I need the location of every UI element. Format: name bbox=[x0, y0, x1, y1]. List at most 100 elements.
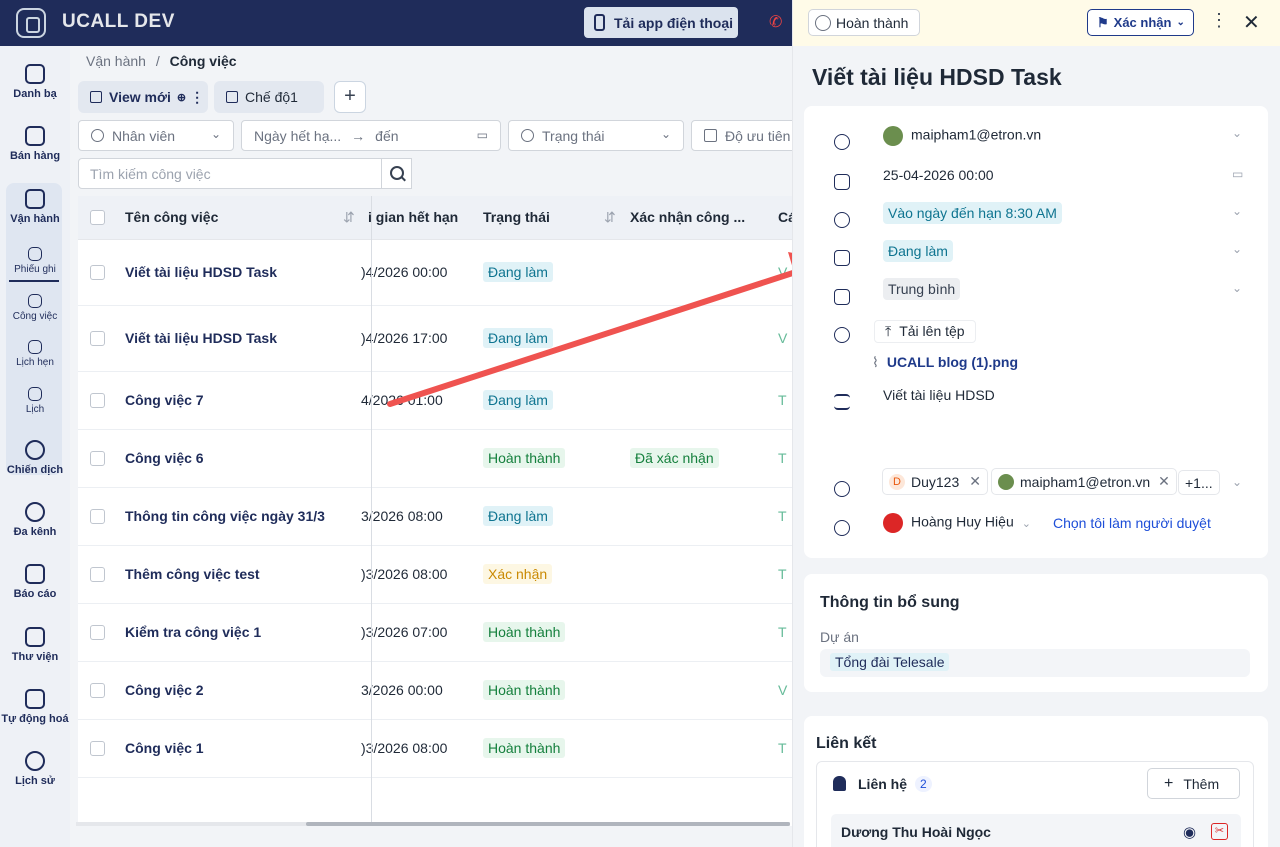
more-icon[interactable]: ⋮ bbox=[190, 89, 204, 106]
column-header-name[interactable]: Tên công việc bbox=[125, 209, 218, 225]
sidebar-item-operations[interactable]: Vận hành bbox=[0, 189, 70, 225]
phone-icon bbox=[594, 14, 605, 31]
row-checkbox[interactable] bbox=[90, 567, 105, 582]
row-checkbox[interactable] bbox=[90, 683, 105, 698]
follower-chip[interactable]: maipham1@etron.vn ✕ bbox=[991, 468, 1177, 495]
task-name[interactable]: Công việc 6 bbox=[125, 450, 204, 466]
confirm-button[interactable]: ⚑ Xác nhận ⌄ bbox=[1087, 9, 1194, 36]
sidebar-item-history[interactable]: Lịch sử bbox=[0, 751, 70, 787]
assignee-field[interactable]: maipham1@etron.vn bbox=[883, 126, 1041, 146]
eye-icon[interactable]: ◉ bbox=[1183, 823, 1196, 841]
paperclip-icon: ⌇ bbox=[872, 354, 879, 370]
sort-icon[interactable]: ⇵ bbox=[343, 209, 355, 226]
main-content: Vận hành / Công việc View mới ⊕ ⋮ Chế độ1 … bbox=[70, 46, 792, 847]
task-name[interactable]: Công việc 1 bbox=[125, 740, 204, 756]
tab-mode1[interactable]: Chế độ1 bbox=[214, 81, 324, 113]
sidebar-item-library[interactable]: Thư viện bbox=[0, 627, 70, 663]
sidebar-item-reports[interactable]: Báo cáo bbox=[0, 564, 70, 600]
chevron-down-icon[interactable]: ⌄ bbox=[1232, 242, 1242, 256]
row-checkbox[interactable] bbox=[90, 509, 105, 524]
approver-field[interactable]: Hoàng Huy Hiệu ⌄ bbox=[883, 513, 1031, 533]
sidebar-item-label: Tự động hoá bbox=[1, 713, 69, 725]
row-checkbox[interactable] bbox=[90, 265, 105, 280]
calendar-icon[interactable]: ▭ bbox=[1232, 167, 1243, 181]
table-row[interactable]: Công việc 6 Hoàn thành Đã xác nhận T bbox=[78, 430, 792, 488]
status-field[interactable]: Đang làm bbox=[883, 240, 953, 262]
sidebar-item-tasks[interactable]: Công việc bbox=[0, 294, 70, 322]
task-name[interactable]: Kiểm tra công việc 1 bbox=[125, 624, 261, 640]
add-tab-button[interactable]: + bbox=[334, 81, 366, 113]
sidebar-item-contacts[interactable]: Danh bạ bbox=[0, 64, 70, 100]
table-row[interactable]: Công việc 2 3/2026 00:00 Hoàn thành V bbox=[78, 662, 792, 720]
row-checkbox[interactable] bbox=[90, 741, 105, 756]
followers-more-chip[interactable]: +1... bbox=[1178, 470, 1220, 495]
due-date-filter[interactable]: Ngày hết hạ... → đến ▭ bbox=[241, 120, 501, 151]
table-row[interactable]: Thông tin công việc ngày 31/3 3/2026 08:0… bbox=[78, 488, 792, 546]
download-app-button[interactable]: Tải app điện thoại bbox=[584, 7, 738, 38]
sidebar-item-omnichannel[interactable]: Đa kênh bbox=[0, 502, 70, 538]
sidebar-item-campaign[interactable]: Chiến dịch bbox=[0, 440, 70, 476]
add-contact-button[interactable]: + Thêm bbox=[1147, 768, 1240, 799]
attachment-link[interactable]: ⌇ UCALL blog (1).png bbox=[872, 354, 1018, 371]
task-name[interactable]: Thông tin công việc ngày 31/3 bbox=[125, 508, 325, 524]
sidebar-item-sales[interactable]: Bán hàng bbox=[0, 126, 70, 162]
chevron-down-icon[interactable]: ⌄ bbox=[1232, 126, 1242, 140]
sidebar-item-calendar[interactable]: Lịch bbox=[0, 387, 70, 415]
scrollbar-thumb[interactable] bbox=[306, 822, 790, 826]
task-name[interactable]: Thêm công việc test bbox=[125, 566, 260, 582]
unlink-icon[interactable]: ✂ bbox=[1211, 823, 1228, 840]
sidebar-item-tickets[interactable]: Phiếu ghi bbox=[0, 247, 70, 275]
complete-button[interactable]: Hoàn thành bbox=[808, 9, 920, 36]
select-all-checkbox[interactable] bbox=[90, 210, 105, 225]
call-icon[interactable]: ✆ bbox=[769, 12, 782, 32]
task-name[interactable]: Công việc 7 bbox=[125, 392, 204, 408]
chevron-down-icon: ⌄ bbox=[1176, 17, 1185, 28]
sidebar-item-automation[interactable]: Tự động hoá bbox=[0, 689, 70, 725]
upload-button[interactable]: ⤒ Tải lên tệp bbox=[874, 320, 976, 343]
remove-icon[interactable]: ✕ bbox=[1158, 473, 1170, 490]
remove-icon[interactable]: ✕ bbox=[969, 473, 981, 490]
task-name[interactable]: Viết tài liệu HDSD Task bbox=[125, 330, 277, 346]
row-checkbox[interactable] bbox=[90, 451, 105, 466]
tab-view-new[interactable]: View mới ⊕ ⋮ bbox=[78, 81, 208, 113]
sidebar-item-appointments[interactable]: Lịch hẹn bbox=[0, 340, 70, 368]
follower-name: maipham1@etron.vn bbox=[1020, 473, 1151, 490]
task-name[interactable]: Viết tài liệu HDSD Task bbox=[125, 264, 277, 280]
description-field[interactable]: Viết tài liệu HDSD bbox=[883, 387, 995, 403]
assign-me-approver-link[interactable]: Chọn tôi làm người duyệt bbox=[1053, 515, 1211, 531]
reminder-field[interactable]: Vào ngày đến hạn 8:30 AM bbox=[883, 202, 1062, 224]
logo-icon[interactable] bbox=[16, 8, 46, 38]
search-input[interactable]: Tìm kiếm công việc bbox=[78, 158, 412, 189]
due-date-field[interactable]: 25-04-2026 00:00 bbox=[883, 167, 994, 183]
task-title[interactable]: Viết tài liệu HDSD Task bbox=[812, 64, 1062, 91]
project-field[interactable]: Tổng đài Telesale bbox=[820, 649, 1250, 677]
search-button[interactable] bbox=[381, 158, 412, 189]
table-row[interactable]: Thêm công việc test)3/2026 08:00 Xác nhận… bbox=[78, 546, 792, 604]
links-card: Liên kết Liên hệ 2 + Thêm Dương Thu Hoài … bbox=[804, 716, 1268, 847]
more-options-icon[interactable]: ⋮ bbox=[1210, 10, 1228, 31]
chevron-down-icon[interactable]: ⌄ bbox=[1232, 204, 1242, 218]
close-icon[interactable]: ✕ bbox=[1243, 10, 1260, 35]
chevron-down-icon[interactable]: ⌄ bbox=[1232, 475, 1242, 489]
priority-filter[interactable]: Độ ưu tiên bbox=[691, 120, 792, 151]
contact-row[interactable]: Dương Thu Hoài Ngọc ◉ ✂ bbox=[831, 814, 1241, 847]
table-row[interactable]: Công việc 1)3/2026 08:00 Hoàn thành T bbox=[78, 720, 792, 778]
table-row[interactable]: Kiểm tra công việc 1)3/2026 07:00 Hoàn th… bbox=[78, 604, 792, 662]
priority-field[interactable]: Trung bình bbox=[883, 278, 961, 300]
view-icon bbox=[226, 91, 238, 103]
follower-chip[interactable]: D Duy123 ✕ bbox=[882, 468, 988, 495]
task-name[interactable]: Công việc 2 bbox=[125, 682, 204, 698]
horizontal-scrollbar[interactable] bbox=[76, 822, 790, 826]
chevron-down-icon[interactable]: ⌄ bbox=[1232, 281, 1242, 295]
search-placeholder: Tìm kiếm công việc bbox=[90, 166, 211, 182]
row-checkbox[interactable] bbox=[90, 331, 105, 346]
employee-filter[interactable]: Nhân viên ⌄ bbox=[78, 120, 234, 151]
breadcrumb-parent[interactable]: Vận hành bbox=[86, 53, 146, 69]
extra-cell: V bbox=[778, 682, 788, 698]
plus-icon: + bbox=[1164, 774, 1174, 792]
row-checkbox[interactable] bbox=[90, 393, 105, 408]
status-filter[interactable]: Trạng thái ⌄ bbox=[508, 120, 684, 151]
status-filter-label: Trạng thái bbox=[542, 127, 605, 144]
row-checkbox[interactable] bbox=[90, 625, 105, 640]
avatar bbox=[998, 473, 1014, 490]
